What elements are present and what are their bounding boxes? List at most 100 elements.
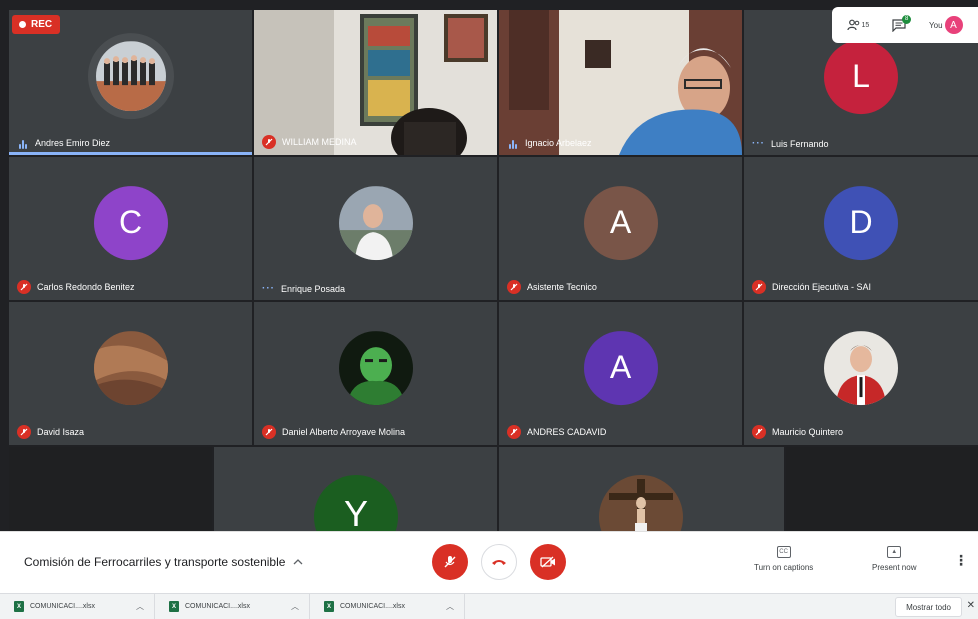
chevron-up-icon xyxy=(293,559,303,565)
participants-count: 15 xyxy=(861,21,870,29)
participant-name: David Isaza xyxy=(37,427,85,437)
participant-name: Dirección Ejecutiva - SAI xyxy=(772,282,872,292)
speaking-indicator-icon xyxy=(17,137,29,149)
participant-tile[interactable]: A ANDRES CADAVID xyxy=(499,302,742,445)
camera-toggle-button[interactable] xyxy=(530,544,566,580)
participant-name-row: ··· Luis Fernando xyxy=(752,138,829,149)
profile-photo-icon xyxy=(824,330,898,405)
active-speaker-bar xyxy=(9,152,252,155)
meeting-title: Comisión de Ferrocarriles y transporte s… xyxy=(24,555,286,569)
participant-photo xyxy=(93,330,168,405)
present-label: Present now xyxy=(872,563,917,572)
close-icon[interactable]: ✕ xyxy=(967,600,975,611)
participant-name: Luis Fernando xyxy=(771,138,829,149)
present-now-button[interactable]: ▲ Present now xyxy=(872,546,916,572)
participant-tile[interactable]: C Carlos Redondo Benitez xyxy=(9,157,252,300)
participant-name: Carlos Redondo Benitez xyxy=(37,282,135,292)
participant-initial-avatar: L xyxy=(824,39,898,114)
participant-photo xyxy=(338,185,413,260)
more-options-icon: ··· xyxy=(262,283,275,294)
mic-off-icon xyxy=(17,280,31,294)
profile-photo-icon xyxy=(338,185,413,260)
participant-name-row: ··· Enrique Posada xyxy=(262,283,345,294)
hang-up-icon xyxy=(492,560,506,565)
participants-button[interactable]: 15 xyxy=(847,19,869,31)
profile-photo-icon xyxy=(93,330,168,405)
recording-badge: REC xyxy=(12,15,61,34)
empty-tile xyxy=(786,447,978,531)
participant-name-row: Daniel Alberto Arroyave Molina xyxy=(262,425,405,439)
participant-initial-avatar: A xyxy=(583,185,658,260)
participant-name-row: Dirección Ejecutiva - SAI xyxy=(752,280,871,294)
download-filename: COMUNICACI....xlsx xyxy=(340,603,405,610)
download-item[interactable]: X COMUNICACI....xlsx ︿ xyxy=(310,594,465,619)
empty-tile xyxy=(9,447,212,531)
record-dot-icon xyxy=(19,21,26,28)
participant-name: Enrique Posada xyxy=(281,283,346,294)
more-options-icon[interactable]: ⋮ xyxy=(954,552,968,569)
chevron-up-icon[interactable]: ︿ xyxy=(291,601,299,612)
chat-button[interactable]: 8 xyxy=(892,14,912,32)
participant-name-row: WILLIAM MEDINA xyxy=(262,135,357,149)
profile-photo-icon xyxy=(338,330,413,405)
participant-name: Mauricio Quintero xyxy=(772,427,844,437)
participant-photo xyxy=(87,32,174,119)
excel-file-icon: X xyxy=(14,601,24,612)
captions-button[interactable]: CC Turn on captions xyxy=(754,546,813,572)
mic-off-icon xyxy=(262,135,276,149)
present-icon: ▲ xyxy=(887,546,902,558)
mic-off-icon xyxy=(262,425,276,439)
participant-initial-avatar: C xyxy=(93,185,168,260)
participant-tile[interactable]: Mauricio Quintero xyxy=(744,302,978,445)
show-all-downloads-button[interactable]: Mostrar todo xyxy=(895,597,962,617)
self-view-button[interactable]: You A xyxy=(929,16,963,34)
participant-tile[interactable]: Daniel Alberto Arroyave Molina xyxy=(254,302,497,445)
participant-name-row: Mauricio Quintero xyxy=(752,425,843,439)
chevron-up-icon[interactable]: ︿ xyxy=(446,601,454,612)
participant-tile[interactable]: Ignacio Arbelaez xyxy=(499,10,742,155)
participant-tile[interactable]: ··· Enrique Posada xyxy=(254,157,497,300)
download-item[interactable]: X COMUNICACI....xlsx ︿ xyxy=(0,594,155,619)
mic-off-icon xyxy=(507,425,521,439)
excel-file-icon: X xyxy=(169,601,179,612)
participant-tile[interactable]: Y xyxy=(214,447,497,531)
participant-name: Asistente Tecnico xyxy=(527,282,597,292)
mic-off-icon xyxy=(752,280,766,294)
download-filename: COMUNICACI....xlsx xyxy=(185,603,250,610)
participant-name-row: Carlos Redondo Benitez xyxy=(17,280,135,294)
participant-tile[interactable]: David Isaza xyxy=(9,302,252,445)
video-feed xyxy=(499,10,742,155)
participant-initial-avatar: A xyxy=(583,330,658,405)
meeting-controls-bar: Comisión de Ferrocarriles y transporte s… xyxy=(0,531,978,593)
captions-label: Turn on captions xyxy=(754,563,814,572)
meeting-top-right-panel: 15 8 You A xyxy=(832,7,978,43)
you-avatar: A xyxy=(944,16,963,34)
video-feed xyxy=(254,10,497,155)
participant-initial-avatar: D xyxy=(824,185,898,260)
people-icon xyxy=(847,19,860,31)
mic-off-icon xyxy=(444,556,456,568)
meeting-details-button[interactable]: Comisión de Ferrocarriles y transporte s… xyxy=(24,555,303,569)
recording-label: REC xyxy=(31,19,53,30)
participant-name-row: Ignacio Arbelaez xyxy=(507,137,592,149)
download-filename: COMUNICACI....xlsx xyxy=(30,603,95,610)
participant-name: Daniel Alberto Arroyave Molina xyxy=(282,427,406,437)
participant-tile[interactable] xyxy=(499,447,784,531)
participant-tile[interactable]: WILLIAM MEDINA xyxy=(254,10,497,155)
participant-tile[interactable]: A Asistente Tecnico xyxy=(499,157,742,300)
participant-photo xyxy=(824,330,898,405)
mic-off-icon xyxy=(17,425,31,439)
chat-count-badge: 8 xyxy=(902,14,912,24)
leave-call-button[interactable] xyxy=(481,544,517,580)
participant-name-row: Andres Emiro Diez xyxy=(17,137,110,149)
participant-name: WILLIAM MEDINA xyxy=(282,137,357,147)
microphone-toggle-button[interactable] xyxy=(432,544,468,580)
mic-off-icon xyxy=(752,425,766,439)
download-item[interactable]: X COMUNICACI....xlsx ︿ xyxy=(155,594,310,619)
chevron-up-icon[interactable]: ︿ xyxy=(136,601,144,612)
speaking-indicator-icon xyxy=(507,137,519,149)
participant-initial-avatar: Y xyxy=(314,475,398,531)
participant-tile[interactable]: D Dirección Ejecutiva - SAI xyxy=(744,157,978,300)
camera-off-icon xyxy=(540,556,555,568)
downloads-bar: X COMUNICACI....xlsx ︿ X COMUNICACI....x… xyxy=(0,593,978,619)
